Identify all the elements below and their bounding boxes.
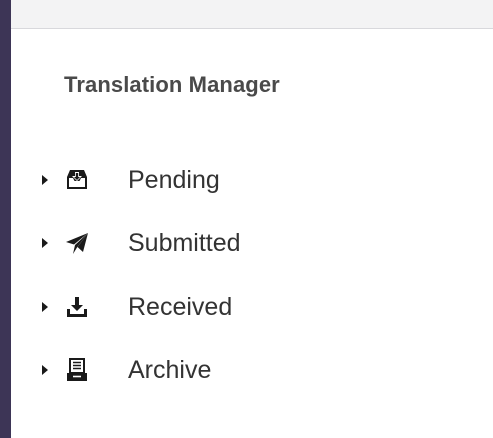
caret-right-icon[interactable]: [40, 237, 50, 249]
archive-box-icon: [67, 358, 87, 381]
tree-item-archive[interactable]: Archive: [30, 350, 360, 390]
caret-right-icon[interactable]: [40, 301, 50, 313]
tree-item-label: Submitted: [128, 229, 241, 257]
inbox-download-icon: [67, 170, 87, 189]
tree-item-label: Received: [128, 293, 233, 321]
caret-right-icon[interactable]: [40, 174, 50, 186]
tree-item-pending[interactable]: Pending: [30, 160, 360, 200]
tree-item-label: Archive: [128, 356, 212, 384]
paper-plane-icon: [66, 233, 88, 254]
tree-item-label: Pending: [128, 166, 220, 194]
translation-tree: Pending Submitted Received Archive: [0, 0, 493, 438]
tray-download-icon: [67, 297, 87, 317]
tree-item-received[interactable]: Received: [30, 287, 360, 327]
tree-item-submitted[interactable]: Submitted: [30, 223, 360, 263]
caret-right-icon[interactable]: [40, 364, 50, 376]
